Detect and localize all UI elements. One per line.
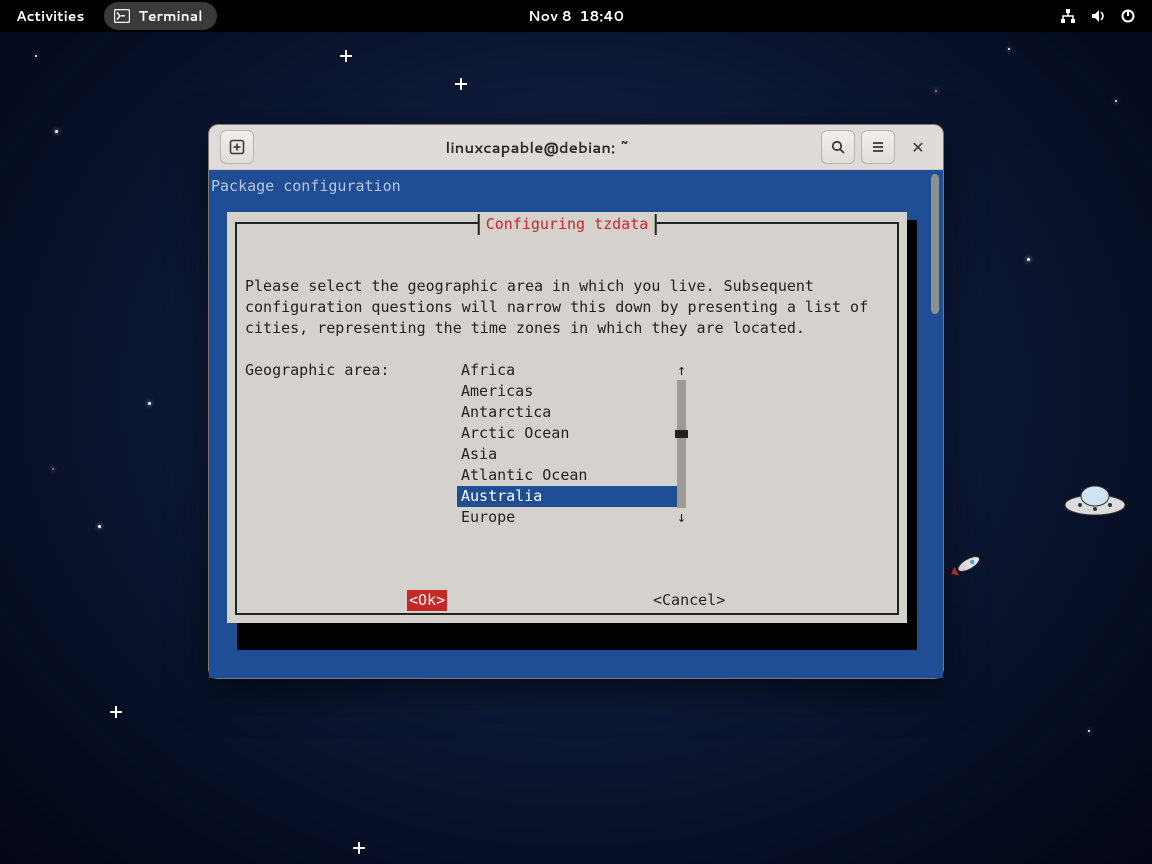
activities-button[interactable]: Activities bbox=[0, 6, 100, 26]
list-scroll-up[interactable]: ↑ bbox=[677, 360, 686, 381]
cancel-button[interactable]: <Cancel> bbox=[653, 590, 725, 611]
area-option-atlantic-ocean[interactable]: Atlantic Ocean bbox=[457, 465, 677, 486]
area-option-asia[interactable]: Asia bbox=[457, 444, 677, 465]
search-button[interactable] bbox=[821, 130, 855, 164]
rocket-decoration bbox=[947, 550, 987, 580]
terminal-window: linuxcapable@debian: ~ ✕ Package configu… bbox=[208, 124, 944, 679]
package-configuration-heading: Package configuration bbox=[209, 170, 943, 197]
active-app-label: Terminal bbox=[138, 6, 202, 26]
close-icon: ✕ bbox=[911, 136, 924, 159]
area-option-africa[interactable]: Africa bbox=[457, 360, 677, 381]
geographic-area-list[interactable]: AfricaAmericasAntarcticaArctic OceanAsia… bbox=[457, 360, 677, 528]
network-icon bbox=[1060, 8, 1076, 24]
gnome-top-bar: Activities Terminal Nov 8 18:40 bbox=[0, 0, 1152, 32]
area-option-antarctica[interactable]: Antarctica bbox=[457, 402, 677, 423]
area-option-australia[interactable]: Australia bbox=[457, 486, 677, 507]
clock-date: Nov 8 bbox=[528, 6, 572, 26]
list-scrollbar[interactable] bbox=[677, 380, 686, 508]
list-scroll-down[interactable]: ↓ bbox=[677, 507, 686, 528]
clock[interactable]: Nov 8 18:40 bbox=[528, 6, 624, 26]
window-titlebar[interactable]: linuxcapable@debian: ~ ✕ bbox=[209, 125, 943, 170]
power-icon bbox=[1120, 8, 1136, 24]
tzdata-dialog: Configuring tzdata Please select the geo… bbox=[227, 212, 907, 623]
volume-icon bbox=[1090, 8, 1106, 24]
window-title: linuxcapable@debian: ~ bbox=[257, 137, 818, 158]
ufo-decoration bbox=[1060, 480, 1130, 520]
terminal-content[interactable]: Package configuration Configuring tzdata… bbox=[209, 170, 943, 678]
terminal-scrollbar[interactable] bbox=[929, 172, 941, 676]
close-button[interactable]: ✕ bbox=[901, 130, 935, 164]
new-tab-button[interactable] bbox=[220, 130, 254, 164]
clock-time: 18:40 bbox=[579, 6, 624, 26]
area-option-arctic-ocean[interactable]: Arctic Ocean bbox=[457, 423, 677, 444]
ok-button[interactable]: <Ok> bbox=[407, 590, 447, 611]
area-option-americas[interactable]: Americas bbox=[457, 381, 677, 402]
hamburger-menu-button[interactable] bbox=[861, 130, 895, 164]
area-option-europe[interactable]: Europe bbox=[457, 507, 677, 528]
system-tray[interactable] bbox=[1060, 8, 1152, 24]
dialog-title: Configuring tzdata bbox=[478, 214, 657, 235]
active-app-pill[interactable]: Terminal bbox=[104, 2, 216, 30]
terminal-icon bbox=[114, 9, 130, 23]
